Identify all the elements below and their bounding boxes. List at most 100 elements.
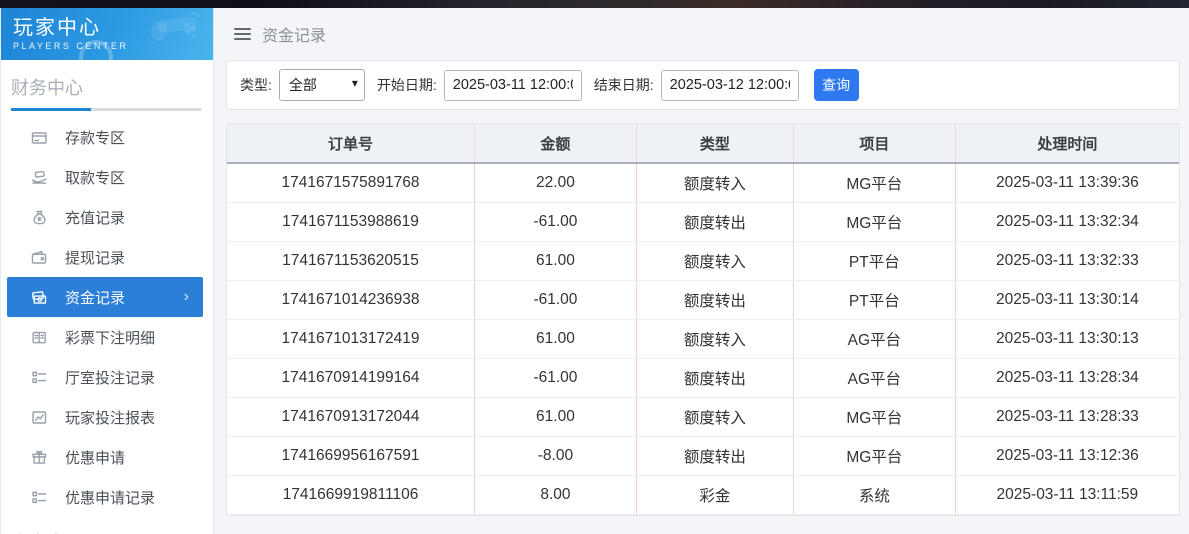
report-chart-icon	[31, 409, 48, 426]
table-cell: -61.00	[475, 358, 637, 397]
top-banner-strip	[0, 0, 1189, 8]
table-row: 1741671153988619-61.00额度转出MG平台2025-03-11…	[227, 202, 1179, 241]
table-cell: MG平台	[793, 436, 955, 475]
end-date-label: 结束日期:	[594, 75, 654, 95]
table-cell: -8.00	[475, 436, 637, 475]
table-row: 174167091317204461.00额度转入MG平台2025-03-11 …	[227, 397, 1179, 436]
table-cell: 1741671153620515	[227, 241, 475, 280]
sidebar-item-优惠申请记录[interactable]: 优惠申请记录	[1, 477, 213, 517]
table-cell: MG平台	[793, 163, 955, 202]
page-title: 资金记录	[262, 22, 326, 46]
table-cell: 2025-03-11 13:30:14	[955, 280, 1179, 319]
hand-money-icon	[31, 169, 48, 186]
table-cell: 61.00	[475, 241, 637, 280]
table-cell: -61.00	[475, 202, 637, 241]
column-header: 项目	[793, 124, 955, 163]
sidebar-item-label: 存款专区	[65, 127, 125, 148]
table-cell: 61.00	[475, 319, 637, 358]
table-cell: 1741669956167591	[227, 436, 475, 475]
table-cell: MG平台	[793, 202, 955, 241]
brand-header: 玩家中心 PLAYERS CENTER	[1, 8, 213, 60]
sidebar-item-存款专区[interactable]: 存款专区	[1, 117, 213, 157]
table-cell: 额度转入	[636, 241, 793, 280]
sidebar-item-label: 优惠申请	[65, 447, 125, 468]
sidebar-item-彩票下注明细[interactable]: 彩票下注明细	[1, 317, 213, 357]
table-cell: 1741671575891768	[227, 163, 475, 202]
sidebar-item-资金记录[interactable]: 资金记录›	[7, 277, 203, 317]
search-button[interactable]: 查询	[814, 69, 859, 101]
main-content: 资金记录 类型: 全部 ▾ 开始日期: 结束日期: 查询 订单号金额类型项目处理…	[215, 8, 1189, 534]
column-header: 订单号	[227, 124, 475, 163]
table-cell: 8.00	[475, 475, 637, 514]
table-body: 174167157589176822.00额度转入MG平台2025-03-11 …	[227, 163, 1179, 514]
topbar: 资金记录	[215, 8, 1189, 60]
table-cell: 2025-03-11 13:30:13	[955, 319, 1179, 358]
sidebar-item-label: 优惠申请记录	[65, 487, 155, 508]
card-icon	[31, 129, 48, 146]
table-cell: 系统	[793, 475, 955, 514]
table-cell: 额度转入	[636, 163, 793, 202]
table-cell: 2025-03-11 13:39:36	[955, 163, 1179, 202]
table-header-row: 订单号金额类型项目处理时间	[227, 124, 1179, 163]
table-cell: AG平台	[793, 358, 955, 397]
table-row: 174167101317241961.00额度转入AG平台2025-03-11 …	[227, 319, 1179, 358]
sidebar-menu: 存款专区取款专区充值记录提现记录资金记录› 彩票下注明细厅室投注记录玩家投注报表优…	[1, 117, 213, 517]
section-personal-center: 个人中心	[1, 517, 213, 534]
table-cell: 额度转出	[636, 358, 793, 397]
start-date-input[interactable]	[444, 70, 582, 101]
table-cell: 2025-03-11 13:28:34	[955, 358, 1179, 397]
section-finance-center: 财务中心	[1, 60, 213, 108]
table-cell: -61.00	[475, 280, 637, 319]
table-row: 174167157589176822.00额度转入MG平台2025-03-11 …	[227, 163, 1179, 202]
table-cell: 彩金	[636, 475, 793, 514]
sidebar-item-label: 彩票下注明细	[65, 327, 155, 348]
records-table-card: 订单号金额类型项目处理时间 174167157589176822.00额度转入M…	[226, 123, 1180, 516]
table-row: 1741670914199164-61.00额度转出AG平台2025-03-11…	[227, 358, 1179, 397]
table-cell: 1741671013172419	[227, 319, 475, 358]
table-row: 174167115362051561.00额度转入PT平台2025-03-11 …	[227, 241, 1179, 280]
table-cell: 22.00	[475, 163, 637, 202]
records-table: 订单号金额类型项目处理时间 174167157589176822.00额度转入M…	[227, 124, 1179, 515]
table-cell: 额度转入	[636, 397, 793, 436]
funds-icon	[31, 289, 48, 306]
table-row: 1741671014236938-61.00额度转出PT平台2025-03-11…	[227, 280, 1179, 319]
sidebar: 玩家中心 PLAYERS CENTER 财务中心 存款专区取款专区充值记录提现记…	[0, 8, 214, 534]
filter-panel: 类型: 全部 ▾ 开始日期: 结束日期: 查询	[226, 60, 1180, 110]
moneybag-icon	[31, 209, 48, 226]
table-cell: 额度转出	[636, 436, 793, 475]
hamburger-menu-icon[interactable]	[234, 28, 251, 40]
sidebar-item-label: 取款专区	[65, 167, 125, 188]
table-cell: 2025-03-11 13:12:36	[955, 436, 1179, 475]
table-cell: 1741669919811106	[227, 475, 475, 514]
sidebar-item-label: 厅室投注记录	[65, 367, 155, 388]
table-cell: 2025-03-11 13:32:34	[955, 202, 1179, 241]
sidebar-item-玩家投注报表[interactable]: 玩家投注报表	[1, 397, 213, 437]
sidebar-item-厅室投注记录[interactable]: 厅室投注记录	[1, 357, 213, 397]
sidebar-item-优惠申请[interactable]: 优惠申请	[1, 437, 213, 477]
column-header: 类型	[636, 124, 793, 163]
section-divider	[11, 108, 201, 111]
chevron-right-icon: ›	[184, 289, 189, 305]
table-row: 1741669956167591-8.00额度转出MG平台2025-03-11 …	[227, 436, 1179, 475]
gamepad-icon	[147, 12, 205, 57]
sidebar-item-label: 玩家投注报表	[65, 407, 155, 428]
sidebar-item-取款专区[interactable]: 取款专区	[1, 157, 213, 197]
table-cell: 2025-03-11 13:28:33	[955, 397, 1179, 436]
checklist-icon	[31, 489, 48, 506]
table-cell: 额度转出	[636, 280, 793, 319]
table-cell: PT平台	[793, 280, 955, 319]
table-row: 17416699198111068.00彩金系统2025-03-11 13:11…	[227, 475, 1179, 514]
sidebar-item-提现记录[interactable]: 提现记录	[1, 237, 213, 277]
type-select-wrap: 全部 ▾	[279, 69, 365, 101]
sidebar-item-充值记录[interactable]: 充值记录	[1, 197, 213, 237]
table-cell: 1741670914199164	[227, 358, 475, 397]
table-cell: 额度转入	[636, 319, 793, 358]
column-header: 处理时间	[955, 124, 1179, 163]
type-label: 类型:	[240, 75, 272, 95]
checklist-icon	[31, 369, 48, 386]
table-cell: MG平台	[793, 397, 955, 436]
table-cell: 1741671014236938	[227, 280, 475, 319]
type-select[interactable]: 全部	[279, 69, 365, 101]
end-date-input[interactable]	[661, 70, 799, 101]
table-cell: 1741671153988619	[227, 202, 475, 241]
